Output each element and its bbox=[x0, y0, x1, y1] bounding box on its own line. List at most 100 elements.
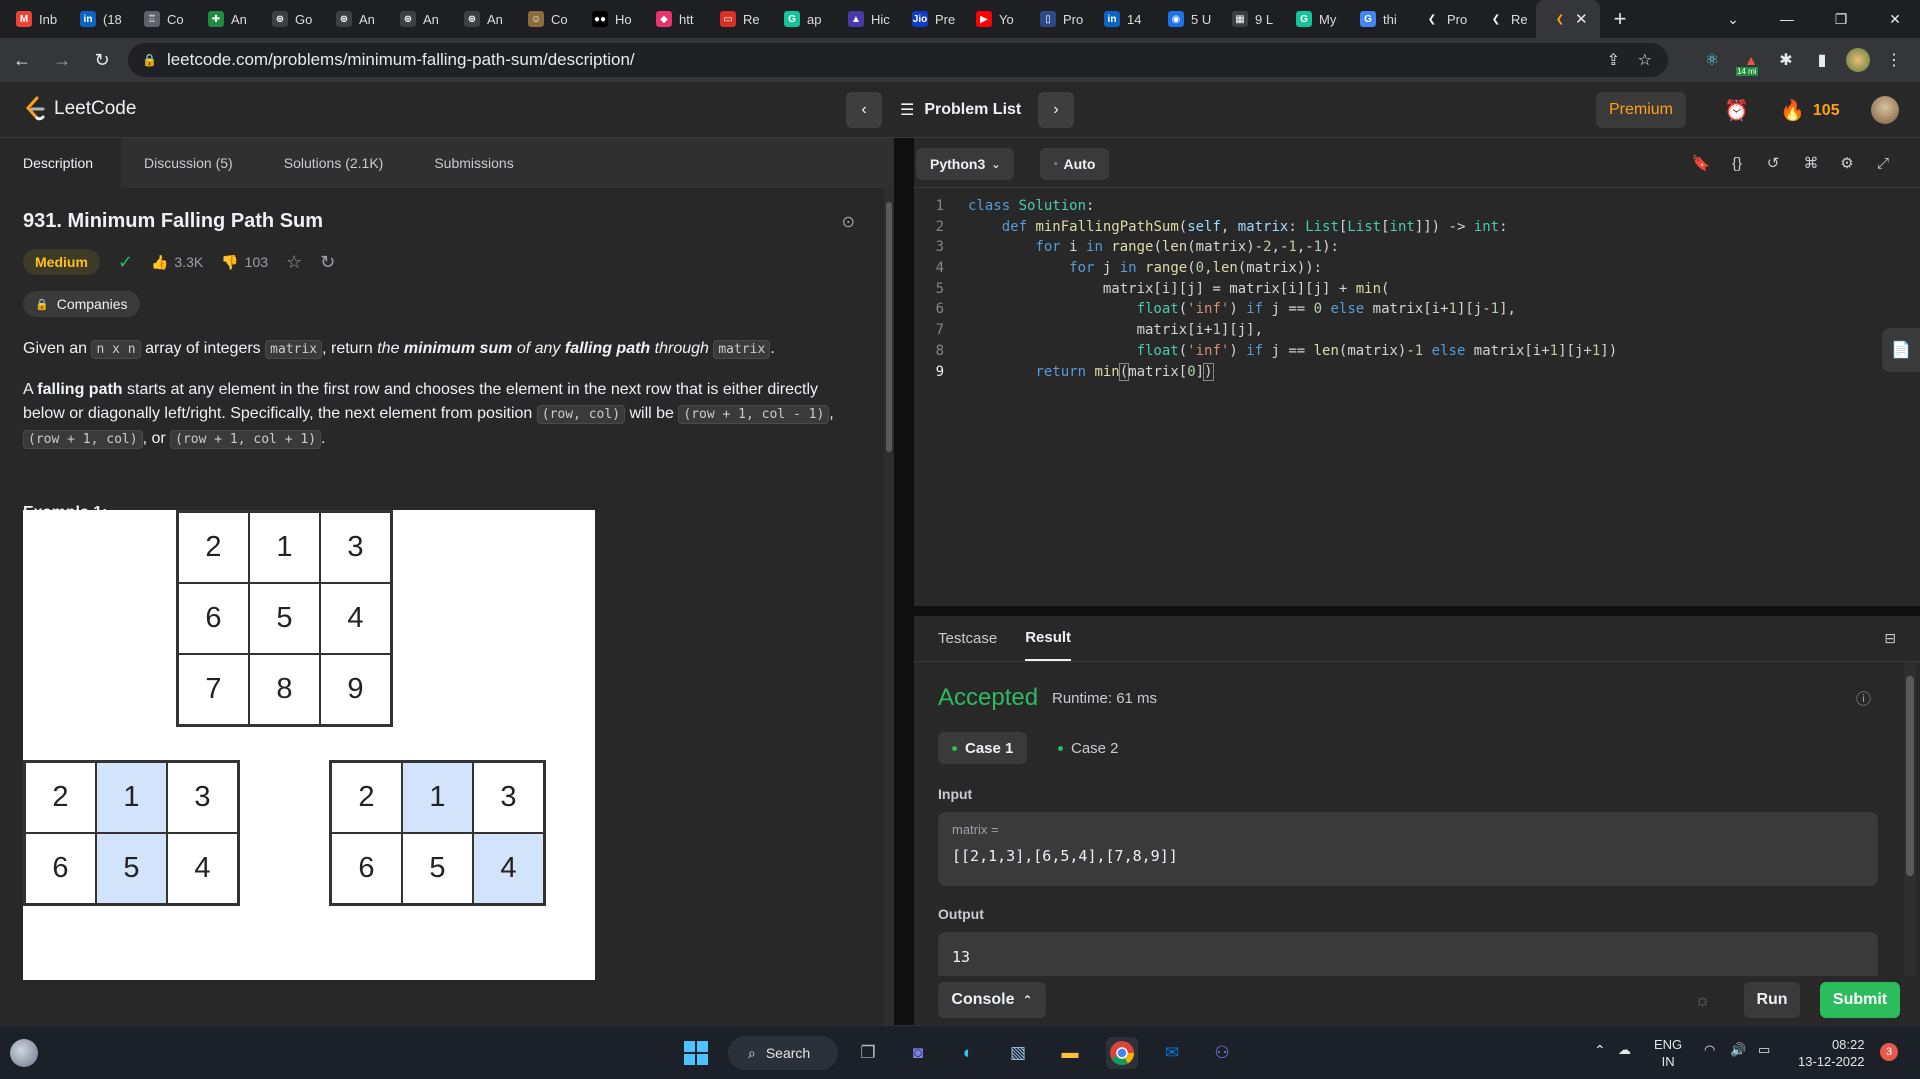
side-panel-icon[interactable]: ▮ bbox=[1810, 48, 1834, 72]
tab-testcase[interactable]: Testcase bbox=[938, 615, 997, 661]
teams-icon[interactable]: ⚇ bbox=[1206, 1037, 1238, 1069]
browser-menu-icon[interactable]: ⋮ bbox=[1882, 48, 1906, 72]
windows-start-icon[interactable] bbox=[680, 1037, 712, 1069]
taskbar-search[interactable]: ⌕ Search bbox=[728, 1036, 838, 1070]
chrome-icon[interactable] bbox=[1106, 1037, 1138, 1069]
edge-icon[interactable]: ◐ bbox=[952, 1037, 984, 1069]
maximize-button[interactable]: ❐ bbox=[1818, 0, 1864, 38]
volume-icon[interactable]: 🔊 bbox=[1730, 1042, 1746, 1058]
teams-chat-icon[interactable]: ◙ bbox=[902, 1037, 934, 1069]
tab-result[interactable]: Result bbox=[1025, 615, 1072, 661]
panel-layout-icon[interactable]: ⊟ bbox=[1884, 630, 1896, 647]
tab-discussion[interactable]: Discussion (5) bbox=[121, 138, 261, 188]
submit-button[interactable]: Submit bbox=[1820, 982, 1900, 1018]
reset-code-icon[interactable]: ↺ bbox=[1762, 152, 1784, 174]
browser-tab[interactable]: ✚ An bbox=[192, 0, 256, 38]
alarm-clock-icon[interactable]: ⏰ bbox=[1724, 98, 1749, 123]
info-icon[interactable]: ⓘ bbox=[1856, 688, 1871, 709]
weather-widget-icon[interactable] bbox=[10, 1039, 38, 1067]
case-2-tab[interactable]: Case 2 bbox=[1044, 732, 1133, 764]
browser-tab[interactable]: ▶ Yo bbox=[960, 0, 1024, 38]
run-button[interactable]: Run bbox=[1744, 982, 1800, 1018]
autocomplete-mode-button[interactable]: • Auto bbox=[1040, 148, 1110, 180]
shortcuts-icon[interactable]: ⌘ bbox=[1800, 152, 1822, 174]
browser-tab[interactable]: ⊛ An bbox=[448, 0, 512, 38]
problem-list-button[interactable]: ☰ Problem List bbox=[900, 92, 1021, 128]
console-toggle-button[interactable]: Console ⌃ bbox=[938, 982, 1046, 1018]
language-indicator[interactable]: ENG IN bbox=[1654, 1036, 1682, 1070]
companies-tag[interactable]: 🔒 Companies bbox=[23, 291, 140, 317]
vertical-splitter[interactable] bbox=[894, 138, 914, 1025]
browser-tab[interactable]: ⊛ An bbox=[320, 0, 384, 38]
result-scrollbar[interactable] bbox=[1904, 662, 1916, 976]
browser-tab[interactable]: ❮ Re bbox=[1472, 0, 1536, 38]
tab-search-icon[interactable]: ⌄ bbox=[1710, 0, 1756, 38]
browser-tab[interactable]: G My bbox=[1280, 0, 1344, 38]
browser-tab[interactable]: in (18 bbox=[64, 0, 128, 38]
like-button[interactable]: 👍 3.3K bbox=[151, 254, 203, 271]
browser-tab[interactable]: ▯ Pro bbox=[1024, 0, 1088, 38]
bookmark-star-icon[interactable]: ☆ bbox=[1638, 50, 1652, 70]
dislike-button[interactable]: 👎 103 bbox=[221, 254, 268, 271]
browser-tab[interactable]: ▭ Re bbox=[704, 0, 768, 38]
wifi-icon[interactable]: ◠ bbox=[1704, 1042, 1715, 1058]
code-area[interactable]: 1 class Solution: 2 def minFallingPathSum… bbox=[914, 196, 1920, 382]
more-options-icon[interactable]: ⊙ bbox=[842, 212, 855, 232]
onedrive-icon[interactable]: ☁ bbox=[1618, 1042, 1631, 1058]
browser-tab[interactable]: ⊛ Go bbox=[256, 0, 320, 38]
browser-tab[interactable]: M Inb bbox=[0, 0, 64, 38]
browser-tab[interactable]: Gap bbox=[768, 0, 832, 38]
weather-ext-icon[interactable]: ▲ 14 mi bbox=[1736, 48, 1766, 76]
photos-icon[interactable]: ▧ bbox=[1002, 1037, 1034, 1069]
bookmark-icon[interactable]: 🔖 bbox=[1690, 152, 1712, 174]
browser-tab[interactable]: ●● Ho bbox=[576, 0, 640, 38]
user-avatar[interactable] bbox=[1871, 96, 1899, 124]
forward-icon[interactable]: → bbox=[44, 42, 80, 78]
browser-tab[interactable]: ◉ 5 U bbox=[1152, 0, 1216, 38]
prev-problem-button[interactable]: ‹ bbox=[846, 92, 882, 128]
scrollbar-thumb[interactable] bbox=[1906, 676, 1914, 876]
tab-solutions[interactable]: Solutions (2.1K) bbox=[261, 138, 412, 188]
file-explorer-icon[interactable]: ▬ bbox=[1054, 1037, 1086, 1069]
notes-side-tab-icon[interactable]: 📄 bbox=[1882, 328, 1920, 372]
extensions-puzzle-icon[interactable]: ✱ bbox=[1774, 48, 1798, 72]
notification-badge[interactable]: 3 bbox=[1880, 1043, 1898, 1061]
browser-tab[interactable]: ⊛ An bbox=[384, 0, 448, 38]
browser-tab[interactable]: in 14 bbox=[1088, 0, 1152, 38]
fullscreen-icon[interactable]: ⤢ bbox=[1872, 152, 1894, 174]
settings-gear-icon[interactable]: ⚙ bbox=[1836, 152, 1858, 174]
clock[interactable]: 08:22 13-12-2022 bbox=[1798, 1036, 1865, 1070]
browser-tab[interactable]: Jio Pre bbox=[896, 0, 960, 38]
reload-icon[interactable]: ↻ bbox=[84, 42, 120, 78]
browser-tab[interactable]: ☺ Co bbox=[512, 0, 576, 38]
tab-description[interactable]: Description bbox=[0, 138, 122, 188]
close-tab-icon[interactable]: ✕ bbox=[1575, 10, 1588, 28]
share-icon[interactable]: ⇪ bbox=[1607, 50, 1620, 70]
tab-submissions[interactable]: Submissions bbox=[411, 138, 541, 188]
browser-tab[interactable]: ◆ htt bbox=[640, 0, 704, 38]
back-icon[interactable]: ← bbox=[4, 42, 40, 78]
browser-tab[interactable]: ❮ Pro bbox=[1408, 0, 1472, 38]
browser-tab[interactable]: Gthi bbox=[1344, 0, 1408, 38]
streak-counter[interactable]: 🔥 105 bbox=[1780, 98, 1840, 123]
format-braces-icon[interactable]: {} bbox=[1726, 152, 1748, 174]
leetcode-logo[interactable]: LeetCode bbox=[24, 96, 136, 122]
profile-avatar[interactable] bbox=[1846, 48, 1870, 72]
premium-button[interactable]: Premium bbox=[1596, 92, 1686, 128]
next-problem-button[interactable]: › bbox=[1038, 92, 1074, 128]
browser-tab[interactable]: ▦ 9 L bbox=[1216, 0, 1280, 38]
scrollbar-thumb[interactable] bbox=[886, 202, 892, 452]
case-1-tab[interactable]: Case 1 bbox=[938, 732, 1028, 764]
share-icon[interactable]: ↻ bbox=[320, 252, 335, 273]
favorite-star-icon[interactable]: ☆ bbox=[286, 252, 302, 273]
browser-tab[interactable]: ♖ Co bbox=[128, 0, 192, 38]
tray-chevron-up-icon[interactable]: ⌃ bbox=[1594, 1042, 1606, 1059]
url-field[interactable]: 🔒 leetcode.com/problems/minimum-falling-… bbox=[128, 43, 1668, 77]
react-devtools-icon[interactable]: ⚛ bbox=[1700, 48, 1724, 72]
debug-bug-icon[interactable]: ☼ bbox=[1694, 990, 1711, 1011]
new-tab-button[interactable]: + bbox=[1600, 6, 1640, 32]
language-select[interactable]: Python3 ⌄ bbox=[916, 148, 1015, 180]
outlook-icon[interactable]: ✉ bbox=[1156, 1037, 1188, 1069]
description-scrollbar[interactable] bbox=[884, 188, 894, 1025]
close-window-button[interactable]: ✕ bbox=[1872, 0, 1918, 38]
